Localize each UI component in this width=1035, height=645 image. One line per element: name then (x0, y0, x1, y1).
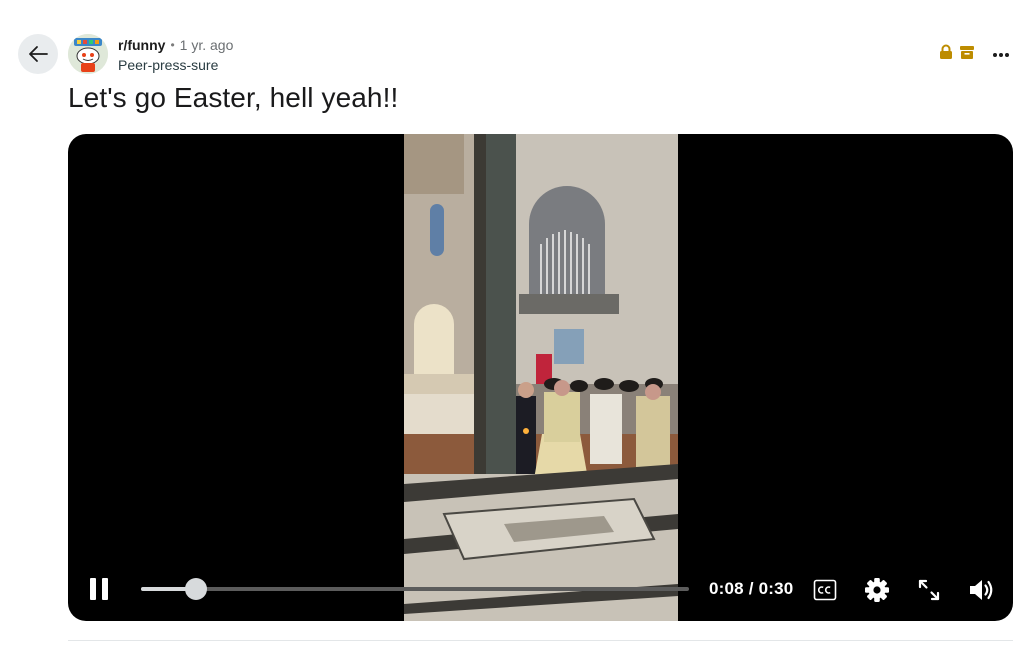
post-meta: r/funny • 1 yr. ago Peer-press-sure (118, 36, 233, 74)
time-display: 0:08 / 0:30 (709, 579, 793, 599)
pause-icon (90, 578, 108, 600)
subreddit-link[interactable]: r/funny (118, 36, 165, 54)
expand-icon (918, 579, 940, 601)
pause-button[interactable] (88, 576, 112, 602)
subreddit-avatar[interactable] (68, 34, 108, 74)
gear-icon (865, 578, 889, 602)
settings-button[interactable] (863, 576, 891, 604)
post-time[interactable]: 1 yr. ago (180, 36, 234, 54)
seek-bar-thumb[interactable] (184, 578, 207, 600)
captions-button[interactable] (811, 576, 839, 604)
back-button[interactable] (18, 34, 58, 74)
seek-bar[interactable] (141, 578, 689, 600)
reddit-funny-icon (68, 34, 108, 74)
more-options-button[interactable] (991, 45, 1011, 65)
more-horizontal-icon (993, 52, 1009, 57)
fullscreen-button[interactable] (915, 576, 943, 604)
player-controls: 0:08 / 0:30 (68, 561, 1013, 621)
lock-icon (939, 44, 953, 65)
post-actions (939, 44, 1011, 65)
duration: 0:30 (758, 579, 794, 598)
arrow-left-icon (29, 46, 48, 62)
video-player[interactable]: 0:08 / 0:30 (68, 134, 1013, 621)
video-frame (404, 134, 678, 621)
volume-button[interactable] (968, 576, 996, 604)
author-link[interactable]: Peer-press-sure (118, 56, 233, 74)
current-time: 0:08 (709, 579, 744, 598)
archive-icon (959, 44, 975, 65)
time-separator: / (743, 579, 759, 598)
meta-separator: • (170, 38, 175, 52)
volume-icon (970, 580, 993, 600)
closed-captions-icon (813, 579, 837, 601)
post-title: Let's go Easter, hell yeah!! (68, 82, 399, 113)
divider (68, 640, 1013, 641)
